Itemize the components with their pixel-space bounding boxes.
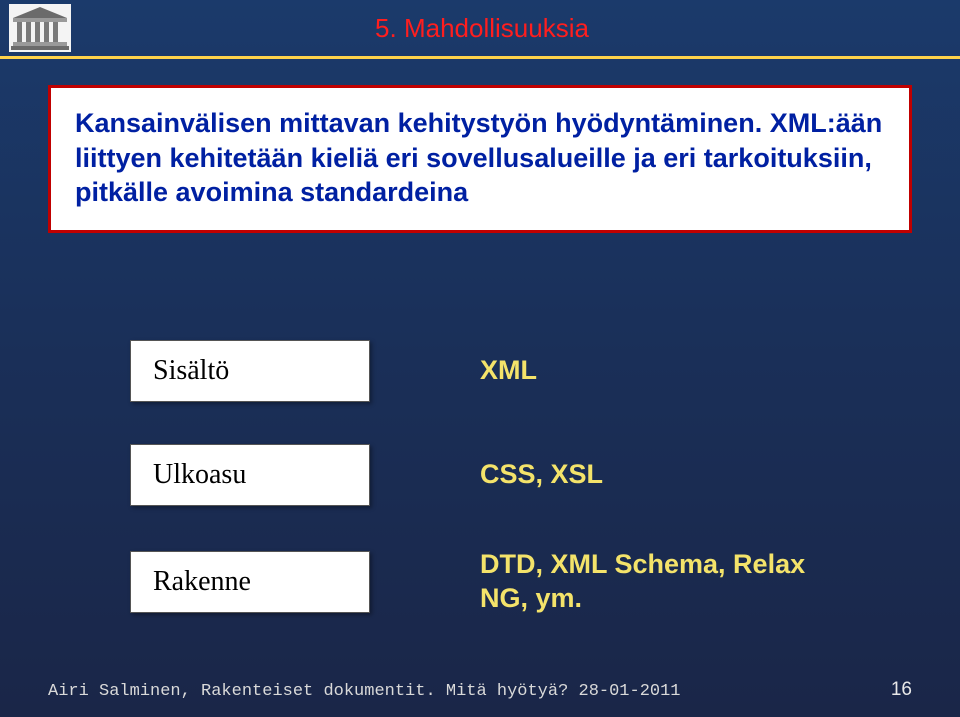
main-text-box: Kansainvälisen mittavan kehitystyön hyöd… [48,85,912,233]
row2-box: Ulkoasu [130,444,370,506]
header: 5. Mahdollisuuksia [0,0,960,56]
row1-label: XML [480,354,537,388]
footer: Airi Salminen, Rakenteiset dokumentit. M… [48,679,912,701]
row2-label: CSS, XSL [480,458,603,492]
row1-box: Sisältö [130,340,370,402]
slide-title: 5. Mahdollisuuksia [76,13,960,44]
footer-text: Airi Salminen, Rakenteiset dokumentit. M… [48,682,681,701]
content-row-1: Sisältö XML [0,340,960,402]
logo-icon [4,0,76,56]
row3-label: DTD, XML Schema, Relax NG, ym. [480,548,840,616]
main-text-line1: Kansainvälisen mittavan kehitystyön hyöd… [75,108,762,138]
page-number: 16 [891,679,912,701]
divider [0,56,960,59]
content-row-2: Ulkoasu CSS, XSL [0,444,960,506]
row3-box: Rakenne [130,551,370,613]
content-row-3: Rakenne DTD, XML Schema, Relax NG, ym. [0,548,960,616]
